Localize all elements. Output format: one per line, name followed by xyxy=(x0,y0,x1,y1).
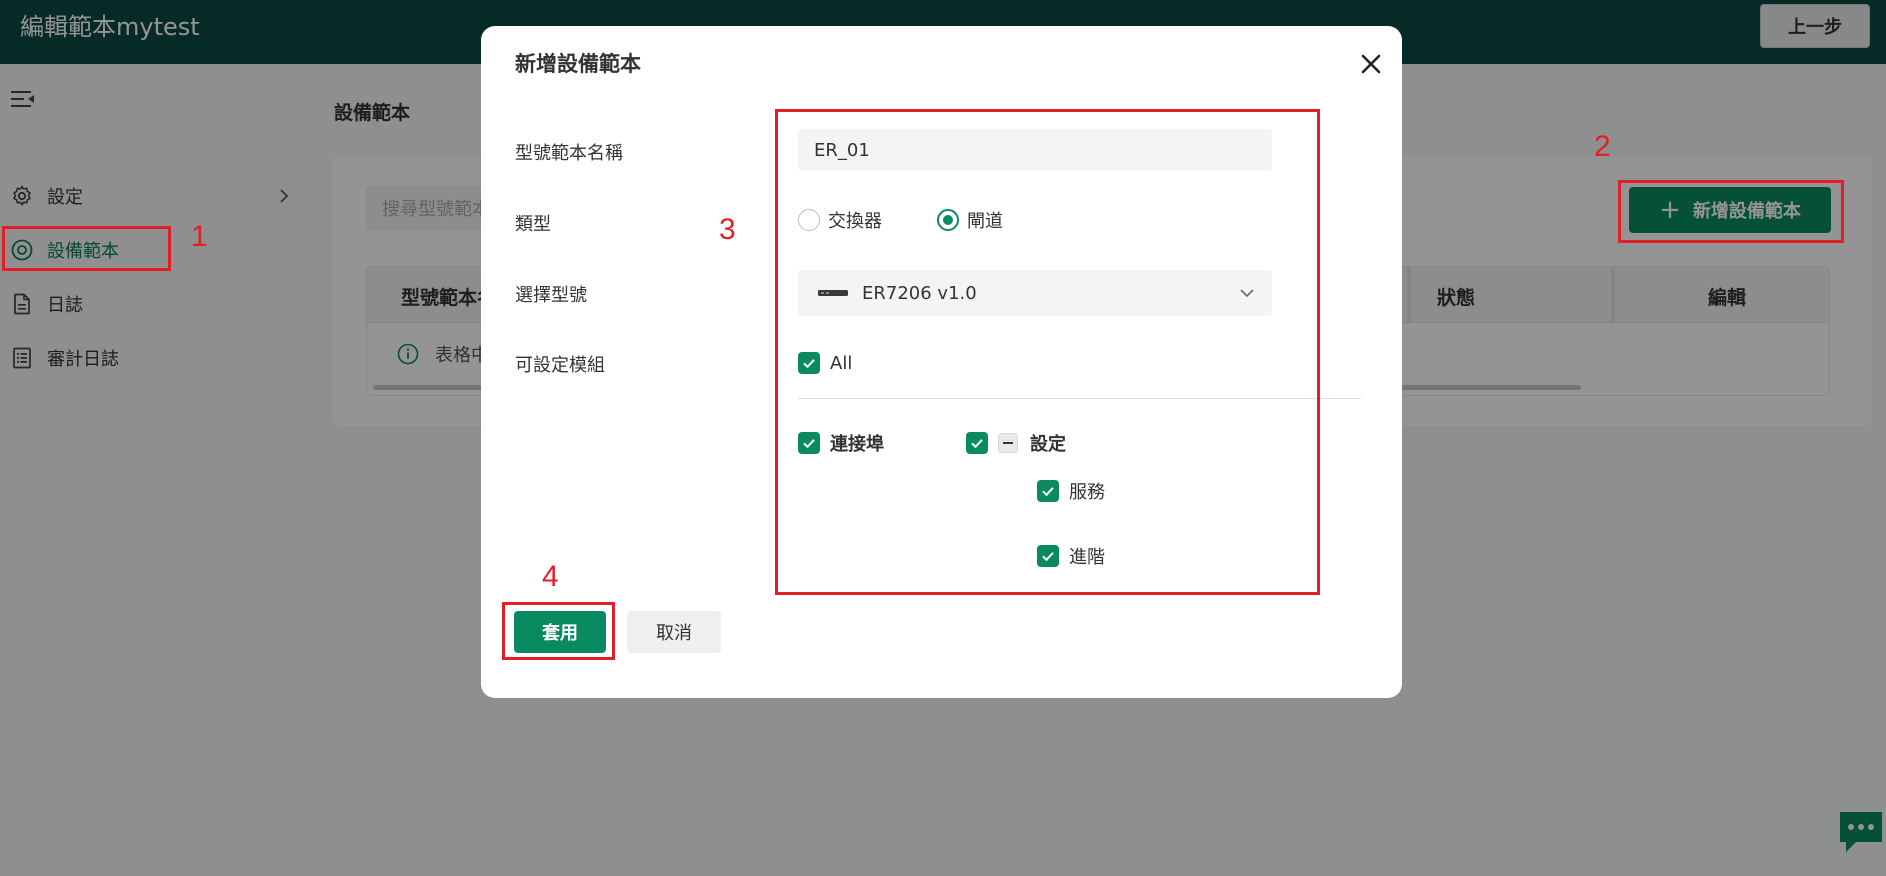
annotation-number-3: 3 xyxy=(719,213,736,246)
annotation-number-2: 2 xyxy=(1594,130,1611,163)
template-name-label: 型號範本名稱 xyxy=(515,143,623,164)
model-label: 選擇型號 xyxy=(515,285,587,306)
dialog-title: 新增設備範本 xyxy=(515,52,641,76)
annotation-number-4: 4 xyxy=(542,560,559,593)
annotation-box-4 xyxy=(502,602,615,660)
cancel-button[interactable]: 取消 xyxy=(627,611,721,653)
annotation-box-1 xyxy=(2,226,171,271)
type-label: 類型 xyxy=(515,214,551,235)
annotation-box-2 xyxy=(1618,180,1844,243)
annotation-box-3 xyxy=(775,109,1320,595)
modules-label: 可設定模組 xyxy=(515,355,605,376)
close-icon[interactable] xyxy=(1355,48,1387,80)
annotation-number-1: 1 xyxy=(191,220,208,253)
